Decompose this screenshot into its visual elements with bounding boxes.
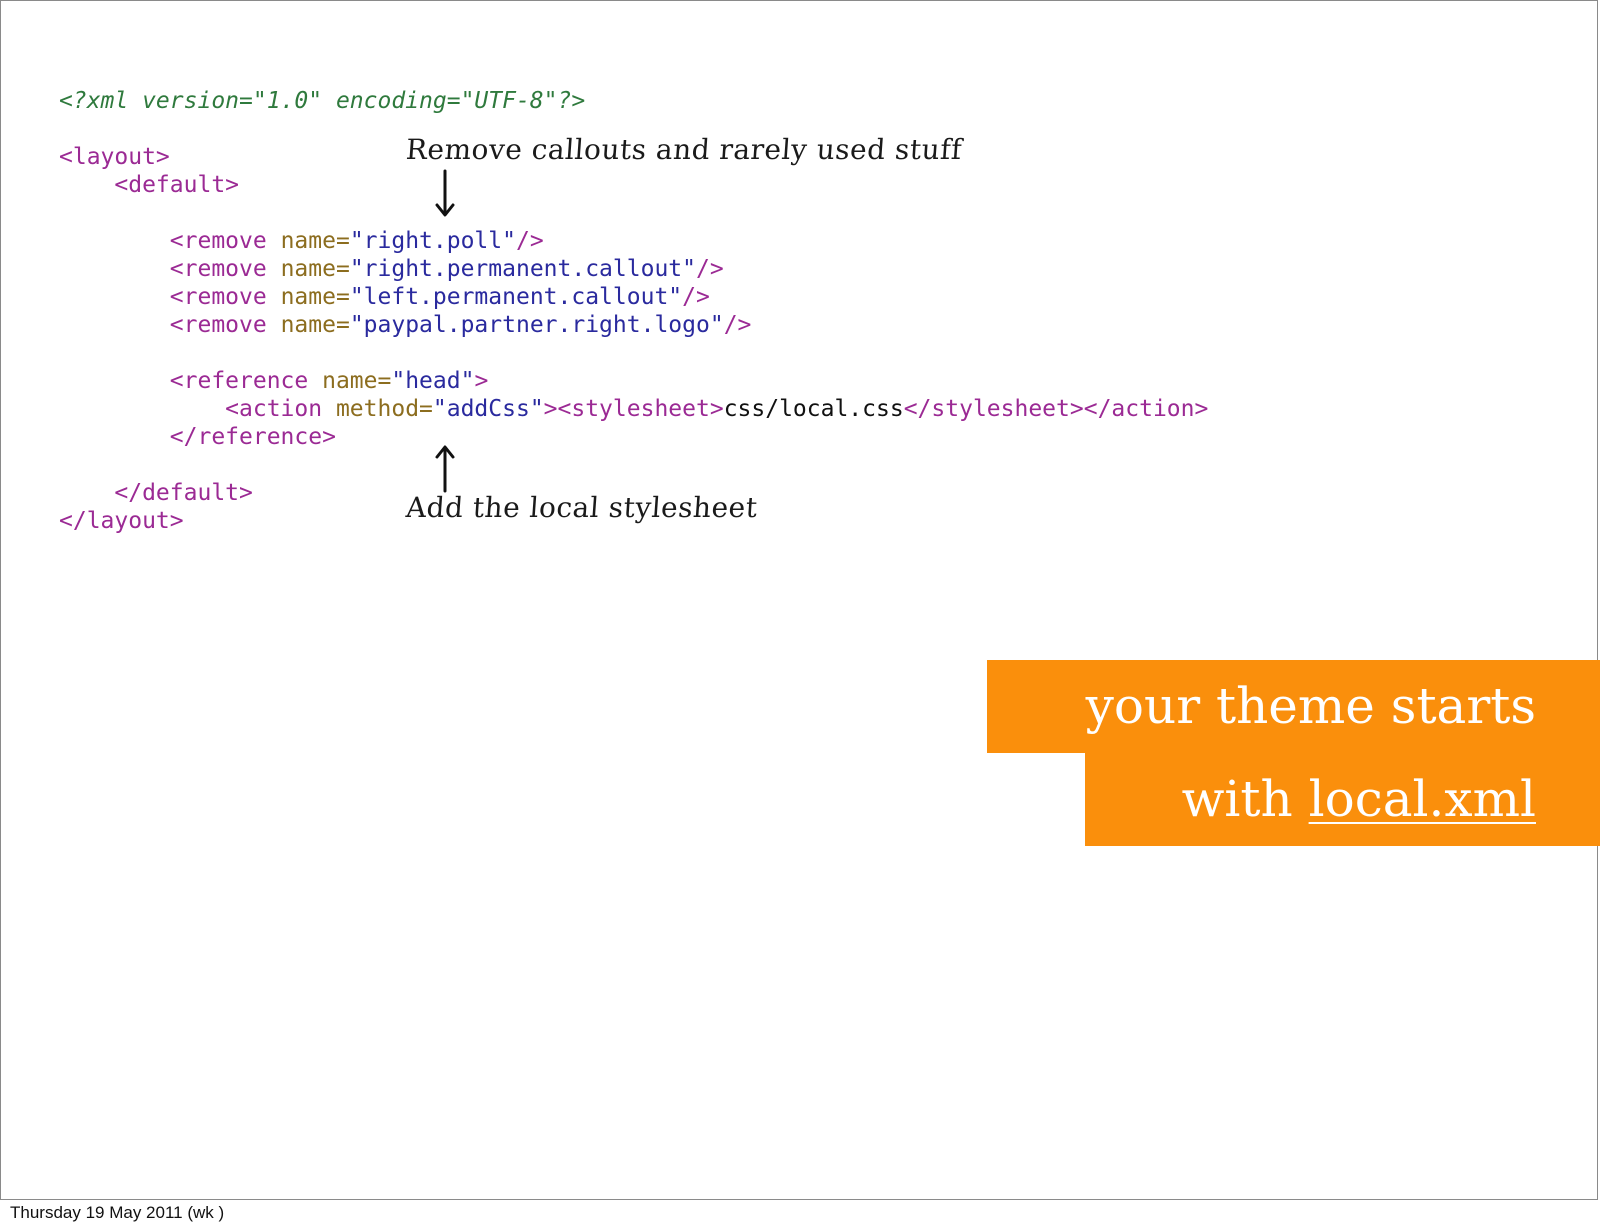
code-line-action-addcss: <action method="addCss"><stylesheet>css/… bbox=[225, 396, 1209, 422]
code-line-remove-paypal-logo: <remove name="paypal.partner.right.logo"… bbox=[169, 312, 752, 338]
arrow-up-icon bbox=[435, 445, 455, 493]
annotation-add-stylesheet: Add the local stylesheet bbox=[404, 491, 759, 524]
code-line-remove-right-callout: <remove name="right.permanent.callout"/> bbox=[169, 256, 724, 282]
banner-title-line2: with local.xml bbox=[1182, 753, 1536, 846]
banner-title-prefix: with bbox=[1181, 770, 1309, 828]
code-line-reference-close: </reference> bbox=[169, 424, 336, 450]
annotation-remove-callouts: Remove callouts and rarely used stuff bbox=[404, 133, 964, 166]
code-line-xml-declaration: <?xml version="1.0" encoding="UTF-8"?> bbox=[59, 88, 586, 114]
code-line-default-open: <default> bbox=[114, 172, 240, 198]
arrow-down-icon bbox=[435, 169, 455, 217]
code-line-remove-left-callout: <remove name="left.permanent.callout"/> bbox=[169, 284, 710, 310]
slide-footer-date: Thursday 19 May 2011 (wk ) bbox=[10, 1203, 225, 1222]
title-banner-bottom: with local.xml bbox=[1085, 753, 1600, 846]
code-line-reference-open: <reference name="head"> bbox=[169, 368, 489, 394]
banner-title-line1: your theme starts bbox=[1085, 677, 1536, 735]
title-banner-top: your theme starts bbox=[987, 660, 1600, 753]
code-line-remove-right-poll: <remove name="right.poll"/> bbox=[169, 228, 544, 254]
slide: <?xml version="1.0" encoding="UTF-8"?> <… bbox=[0, 0, 1600, 1200]
local-xml-link[interactable]: local.xml bbox=[1309, 770, 1536, 828]
